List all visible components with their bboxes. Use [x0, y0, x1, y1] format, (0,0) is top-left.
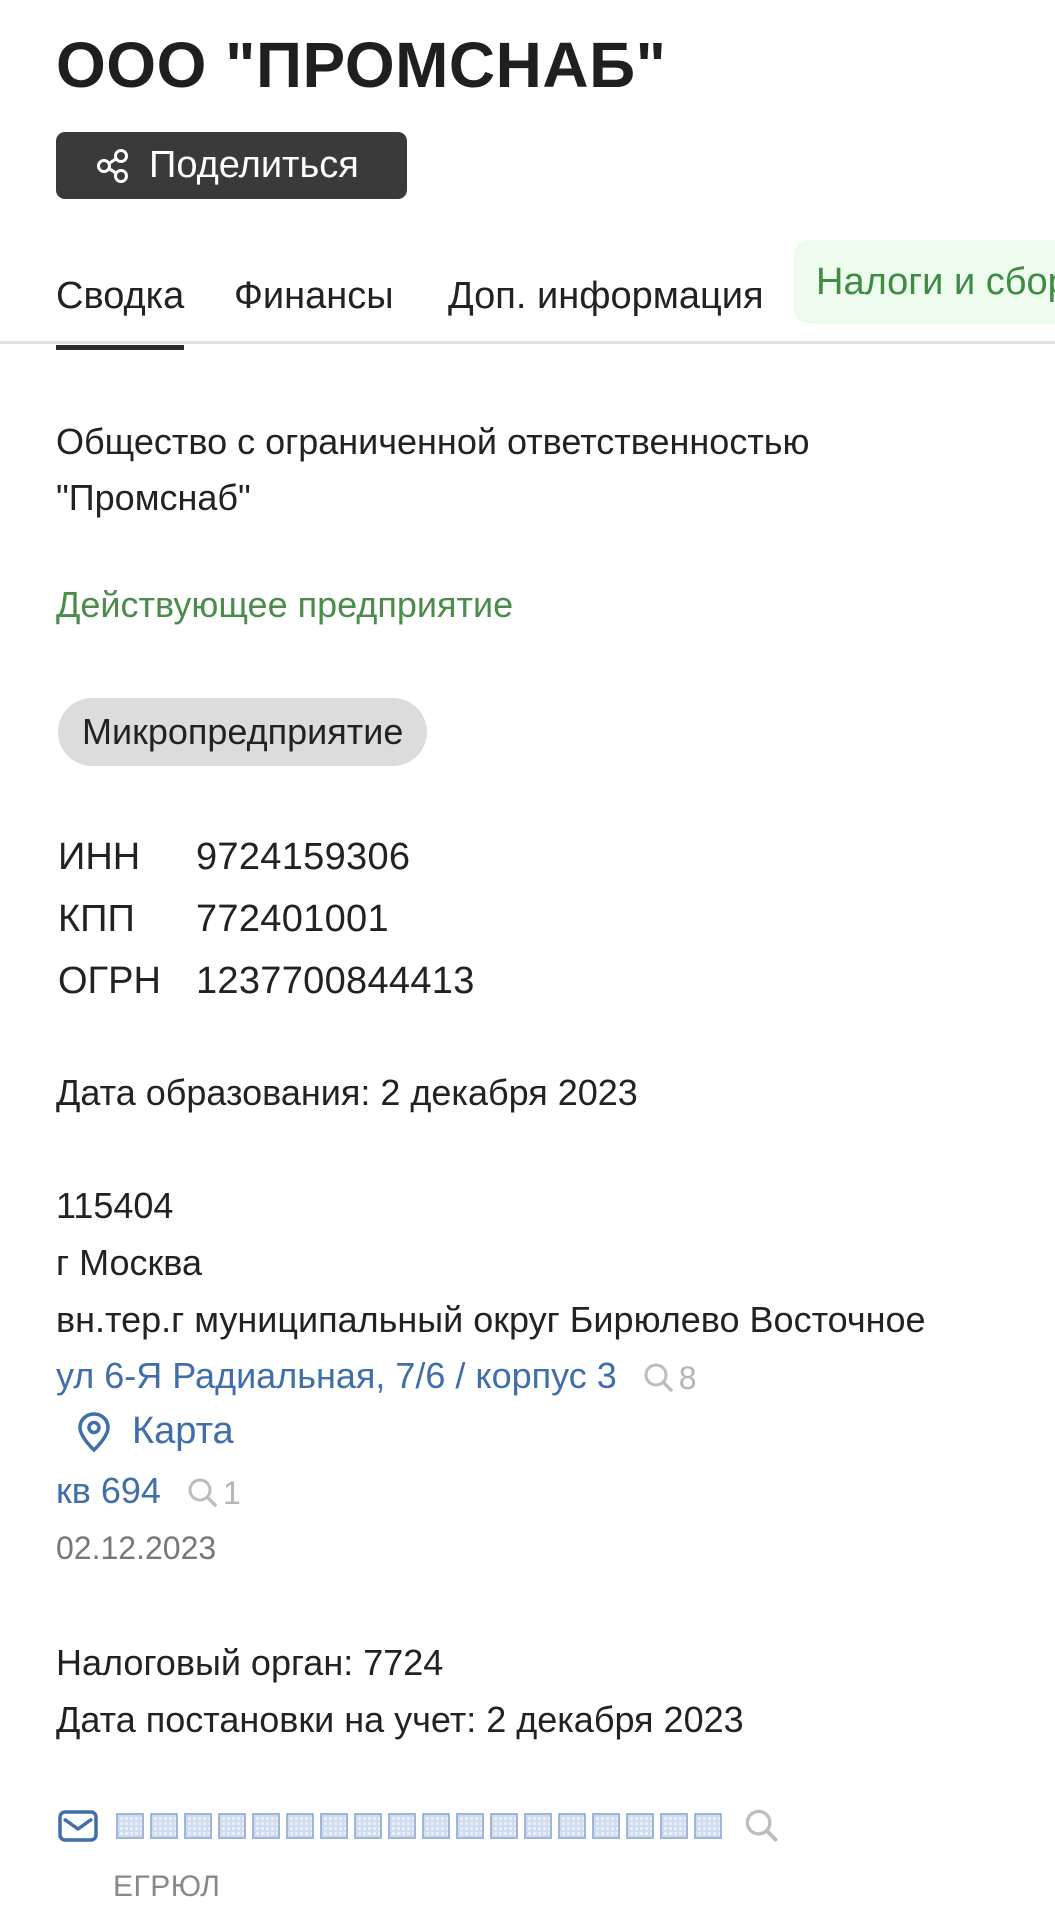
street-search-count-value: 8	[678, 1359, 697, 1396]
email-mask-cell	[524, 1813, 552, 1839]
address-street-row: ул 6-Я Радиальная, 7/6 / корпус 3 8	[56, 1355, 697, 1397]
email-mask-cell	[558, 1813, 586, 1839]
share-icon	[97, 148, 128, 183]
mail-icon	[58, 1810, 98, 1842]
email-mask-cell	[286, 1813, 314, 1839]
email-mask-cell	[660, 1813, 688, 1839]
email-mask-cell	[694, 1813, 722, 1839]
address-district: вн.тер.г муниципальный округ Бирюлево Во…	[56, 1299, 926, 1340]
company-status: Действующее предприятие	[56, 584, 514, 625]
kpp-row: КПП 772401001	[58, 888, 475, 950]
apartment-search-count-value: 1	[222, 1474, 241, 1511]
inn-value: 9724159306	[196, 836, 411, 878]
email-mask-cell	[422, 1813, 450, 1839]
email-hidden-value[interactable]	[116, 1813, 728, 1839]
email-mask-cell	[184, 1813, 212, 1839]
address-apartment-link[interactable]: кв 694	[56, 1470, 161, 1511]
email-mask-cell	[218, 1813, 246, 1839]
search-icon[interactable]	[744, 1808, 780, 1844]
inn-label: ИНН	[58, 836, 141, 878]
map-pin-icon	[78, 1411, 110, 1452]
share-button[interactable]: Поделиться	[56, 132, 407, 199]
email-mask-cell	[116, 1813, 144, 1839]
email-mask-cell	[592, 1813, 620, 1839]
ogrn-value: 1237700844413	[196, 960, 475, 1002]
address-street-link[interactable]: ул 6-Я Радиальная, 7/6 / корпус 3	[56, 1355, 617, 1396]
formation-date: Дата образования: 2 декабря 2023	[56, 1072, 638, 1113]
address-date: 02.12.2023	[56, 1530, 217, 1566]
tab-summary[interactable]: Сводка	[56, 256, 185, 350]
inn-row: ИНН 9724159306	[58, 826, 475, 888]
company-full-name-line2: "Промснаб"	[56, 477, 251, 518]
email-mask-cell	[626, 1813, 654, 1839]
tab-finances[interactable]: Финансы	[234, 256, 394, 336]
tab-taxes[interactable]: Налоги и сбор	[794, 240, 1055, 324]
company-full-name-line1: Общество с ограниченной ответственностью	[56, 421, 810, 462]
email-mask-cell	[456, 1813, 484, 1839]
street-search-count[interactable]: 8	[643, 1360, 697, 1397]
apartment-search-count[interactable]: 1	[187, 1475, 241, 1512]
email-mask-cell	[354, 1813, 382, 1839]
address-postcode: 115404	[56, 1185, 174, 1226]
registration-codes: ИНН 9724159306 КПП 772401001 ОГРН 123770…	[58, 826, 475, 1012]
tab-additional-info[interactable]: Доп. информация	[448, 256, 764, 336]
kpp-label: КПП	[58, 898, 135, 940]
email-mask-cell	[150, 1813, 178, 1839]
page-title: ООО "ПРОМСНАБ"	[56, 29, 667, 101]
email-mask-cell	[388, 1813, 416, 1839]
email-mask-cell	[490, 1813, 518, 1839]
map-link-label: Карта	[132, 1410, 234, 1452]
address-apartment-row: кв 694 1	[56, 1470, 241, 1512]
company-full-name: Общество с ограниченной ответственностью…	[56, 414, 810, 526]
search-icon	[644, 1363, 673, 1393]
email-mask-cell	[320, 1813, 348, 1839]
search-icon	[188, 1478, 217, 1508]
email-mask-cell	[252, 1813, 280, 1839]
address-city: г Москва	[56, 1242, 203, 1283]
tax-registration-date: Дата постановки на учет: 2 декабря 2023	[56, 1699, 744, 1740]
email-row	[58, 1808, 780, 1844]
tab-bar: Сводка Финансы Доп. информация Налоги и …	[0, 232, 1055, 350]
size-badge: Микропредприятие	[58, 698, 428, 766]
kpp-value: 772401001	[196, 898, 389, 940]
tax-authority: Налоговый орган: 7724	[56, 1642, 444, 1683]
ogrn-row: ОГРН 1237700844413	[58, 950, 475, 1012]
map-link[interactable]: Карта	[76, 1410, 234, 1453]
ogrn-label: ОГРН	[58, 960, 161, 1002]
share-button-label: Поделиться	[149, 144, 359, 186]
email-source: ЕГРЮЛ	[113, 1870, 221, 1903]
company-page: ООО "ПРОМСНАБ" Поделиться Сводка Финансы…	[0, 0, 1055, 1920]
